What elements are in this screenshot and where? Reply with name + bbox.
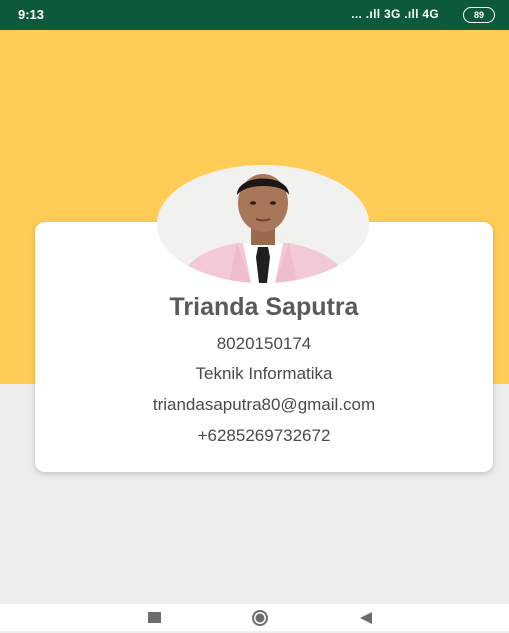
profile-email[interactable]: triandasaputra80@gmail.com <box>35 395 493 415</box>
back-button[interactable] <box>350 608 380 628</box>
avatar <box>157 165 369 283</box>
status-bar: 9:13 ... .ıll 3G .ıll 4G 89 <box>0 0 509 30</box>
recent-apps-button[interactable] <box>140 608 170 628</box>
home-icon <box>252 610 268 626</box>
avatar-photo-icon <box>157 165 369 283</box>
home-button[interactable] <box>245 608 275 628</box>
recent-apps-icon <box>148 612 161 623</box>
signal-indicator: ... .ıll 3G .ıll 4G <box>351 7 439 21</box>
back-icon <box>360 612 372 624</box>
profile-name: Trianda Saputra <box>169 293 359 321</box>
status-time: 9:13 <box>18 7 45 22</box>
profile-phone[interactable]: +6285269732672 <box>35 426 493 446</box>
profile-major: Teknik Informatika <box>195 364 333 383</box>
profile-nim: 8020150174 <box>216 334 312 353</box>
navigation-bar <box>0 604 509 631</box>
battery-icon: 89 <box>463 7 495 23</box>
